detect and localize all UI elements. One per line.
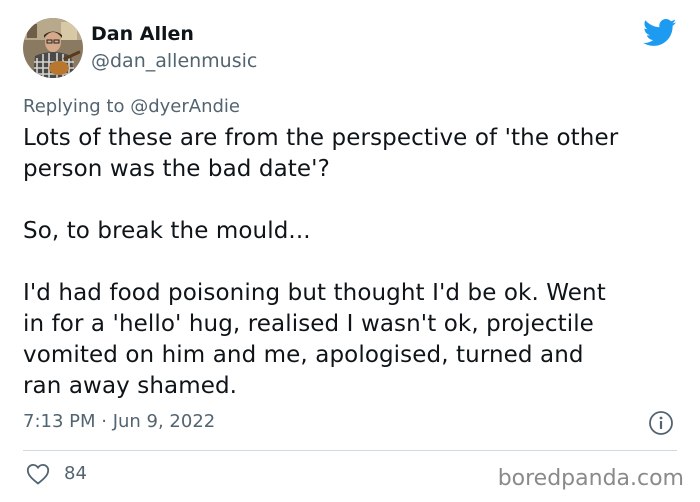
tweet-line: person was the bad date'? <box>23 156 330 182</box>
divider <box>23 450 677 451</box>
tweet-line: ran away shamed. <box>23 373 238 399</box>
replying-to-handle[interactable]: @dyerAndie <box>130 96 240 117</box>
avatar[interactable] <box>23 18 83 78</box>
tweet-timestamp[interactable]: 7:13 PM · Jun 9, 2022 <box>23 411 215 433</box>
replying-to: Replying to @dyerAndie <box>23 96 240 118</box>
tweet-line: So, to break the mould... <box>23 218 311 244</box>
like-count: 84 <box>64 463 87 484</box>
display-name[interactable]: Dan Allen <box>91 22 194 46</box>
twitter-bird-icon[interactable] <box>643 19 677 47</box>
tweet-line: Lots of these are from the perspective o… <box>23 125 619 151</box>
info-icon[interactable] <box>648 410 674 436</box>
watermark: boredpanda.com <box>497 466 684 491</box>
tweet-line: I'd had food poisoning but thought I'd b… <box>23 280 606 306</box>
tweet-text: Lots of these are from the perspective o… <box>23 123 688 402</box>
profile-photo <box>23 18 83 78</box>
user-handle[interactable]: @dan_allenmusic <box>91 49 257 73</box>
replying-to-label: Replying to <box>23 96 125 117</box>
heart-icon[interactable] <box>26 463 50 485</box>
tweet-line: vomited on him and me, apologised, turne… <box>23 342 584 368</box>
tweet-line: in for a 'hello' hug, realised I wasn't … <box>23 311 594 337</box>
